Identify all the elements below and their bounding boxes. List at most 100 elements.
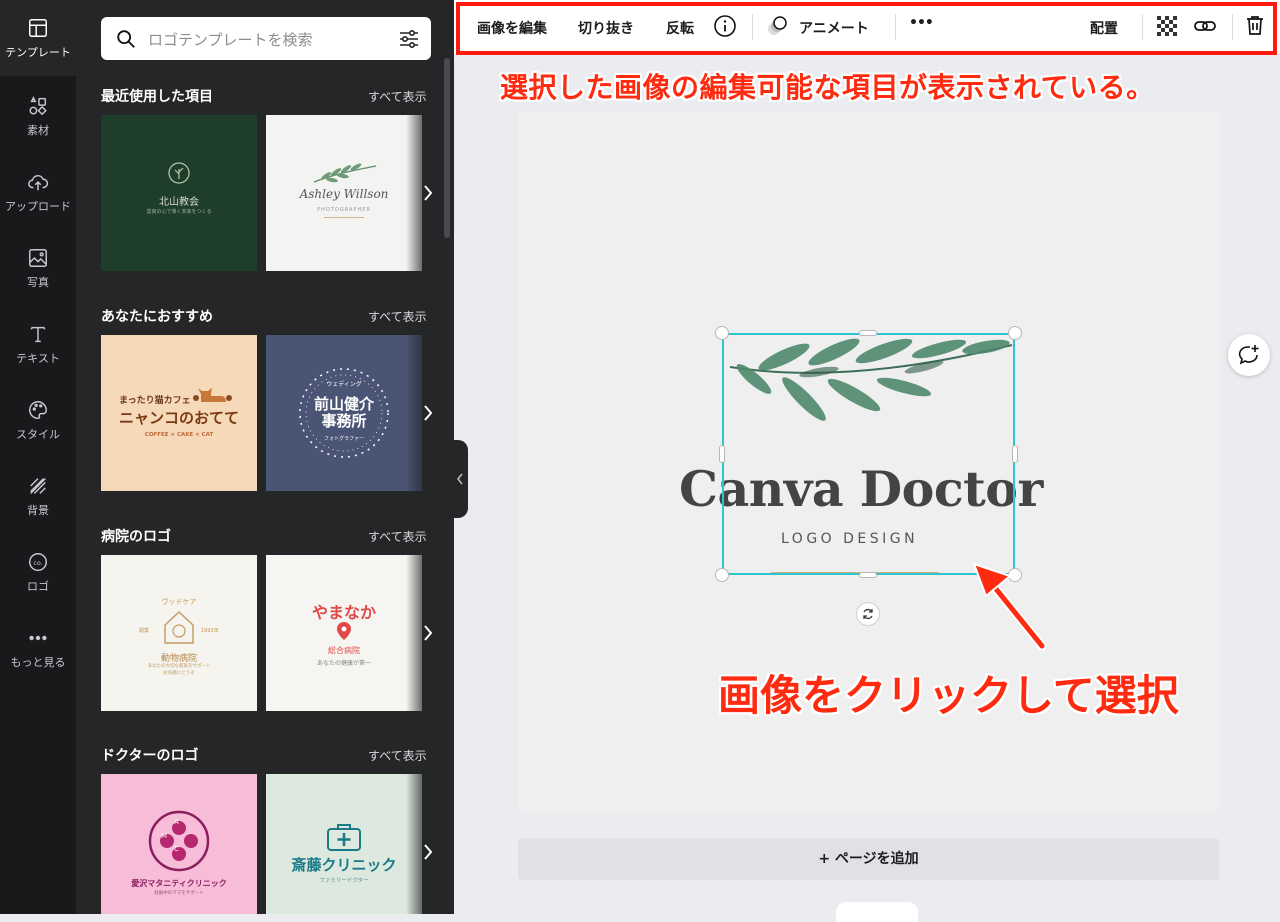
section-title-hospital: 病院のロゴ [101,529,171,545]
rail-label: 素材 [27,124,49,137]
see-all-link[interactable]: すべて表示 [368,88,427,105]
panel-scrollbar[interactable] [444,58,450,238]
add-comment-button[interactable] [1228,334,1270,376]
thumb-text: 事務所 [321,412,367,430]
thumb-text: PHOTOGRAPHER [317,207,371,213]
see-all-link[interactable]: すべて表示 [368,747,427,764]
rail-label: もっと見る [10,656,66,669]
rail-label: テンプレート [5,46,71,59]
thumb-text: 善良の心で導く未来をつくる [146,209,212,215]
selection-box[interactable] [722,333,1015,575]
thumb-divider [324,217,364,218]
text-icon [26,322,50,346]
annotation-top: 選択した画像の編集可能な項目が表示されている。 [500,71,1155,104]
template-thumb[interactable]: まったり猫カフェ ニャンコのおてて COFFEE × CAKE × CAT [101,335,257,491]
template-thumb[interactable]: 斎藤クリニック ファミリードクター [266,774,422,914]
thumb-text: あなたの大切な家族をサポート [147,664,211,669]
rail-label: 写真 [27,276,49,289]
template-icon [26,16,50,40]
rail-label: ロゴ [27,580,49,593]
template-search[interactable]: ロゴテンプレートを検索 [101,17,431,60]
resize-handle[interactable] [1008,326,1022,340]
template-thumb[interactable]: Ashley Willson PHOTOGRAPHER [266,115,422,271]
palette-icon [26,398,50,422]
section-title-recommended: あなたにおすすめ [101,309,213,325]
section-title-recent: 最近使用した項目 [101,89,213,105]
see-all-link[interactable]: すべて表示 [368,308,427,325]
elements-icon [26,94,50,118]
resize-handle[interactable] [715,568,729,582]
thumb-text: お気軽にどうぞ [163,671,195,676]
chevron-right-icon[interactable] [420,183,436,203]
thumb-text: あなたの健康が第一 [316,660,371,667]
rail-item-logo[interactable]: co. ロゴ [0,534,76,610]
chevron-right-icon[interactable] [420,403,436,423]
chevron-left-icon [456,473,463,485]
house-pet-icon [164,611,194,644]
see-all-link[interactable]: すべて表示 [368,528,427,545]
more-icon [26,626,50,650]
medical-kit-icon [327,824,361,851]
thumb-text: 1993年 [201,628,219,634]
thumb-text: ヴッドケア [161,598,197,606]
resize-handle[interactable] [859,330,877,336]
resize-handle[interactable] [715,326,729,340]
resize-handle[interactable] [1012,445,1018,463]
section-title-doctor: ドクターのロゴ [101,748,199,764]
thumb-text: フォトグラファー [323,436,364,442]
rail-label: テキスト [16,352,60,365]
photo-icon [26,246,50,270]
cat-icon [193,388,232,402]
thumb-text: ウェディング [326,381,362,388]
location-pin-icon [337,622,351,640]
page-nav-handle[interactable] [836,902,918,922]
template-thumb[interactable]: ヴッドケア 開業 1993年 動物病院 あなたの大切な家族をサポート お気軽にど… [101,555,257,711]
comment-plus-icon [1238,345,1259,365]
leaf-branch-icon [313,163,377,183]
thumb-text: 総合病院 [328,646,360,655]
rail-item-upload[interactable]: アップロード [0,154,76,230]
maternity-circle-icon [148,810,210,872]
thumb-text: 斎藤クリニック [291,856,397,874]
resize-handle[interactable] [859,572,877,578]
upload-icon [26,170,50,194]
background-icon [26,474,50,498]
rail-label: 背景 [27,504,49,517]
rail-label: アップロード [5,200,71,213]
annotation-bottom: 画像をクリックして選択 [718,671,1179,720]
thumb-text: 妊娠中のママをサポート [154,891,204,896]
search-input[interactable]: ロゴテンプレートを検索 [148,29,313,50]
rotate-icon [863,608,873,620]
template-thumb[interactable]: A M C 愛沢マタニティクリニック 妊娠中のママをサポート [101,774,257,914]
panel-collapse-handle[interactable] [454,440,468,518]
chevron-right-icon[interactable] [420,623,436,643]
rail-item-background[interactable]: 背景 [0,458,76,534]
filter-icon[interactable] [397,27,421,51]
rail-item-text[interactable]: テキスト [0,306,76,382]
rail-item-styles[interactable]: スタイル [0,382,76,458]
template-thumb[interactable]: 北山教会 善良の心で導く未来をつくる [101,115,257,271]
svg-text:co.: co. [33,559,42,567]
resize-handle[interactable] [719,445,725,463]
add-page-button[interactable]: + ページを追加 [518,838,1219,880]
template-thumb[interactable]: やまなか 総合病院 あなたの健康が第一 [266,555,422,711]
thumb-text: 愛沢マタニティクリニック [131,879,227,888]
logo-icon: co. [26,550,50,574]
thumb-text: やまなか [311,603,376,622]
leaf-circle-icon [168,162,190,184]
chevron-right-icon[interactable] [420,842,436,862]
thumb-text: 北山教会 [159,197,199,208]
thumb-text: ファミリードクター [319,878,369,884]
rail-item-elements[interactable]: 素材 [0,78,76,154]
rotate-handle[interactable] [856,602,880,626]
template-thumb[interactable]: ウェディング 前山健介 事務所 フォトグラファー [266,335,422,491]
side-rail: テンプレート 素材 アップロード 写真 テキスト スタイル 背景 co. ロゴ … [0,0,76,914]
thumb-text: COFFEE × CAKE × CAT [144,432,214,438]
rail-item-photos[interactable]: 写真 [0,230,76,306]
thumb-text: A [174,818,179,826]
thumb-text: M [161,832,168,840]
rail-item-templates[interactable]: テンプレート [0,0,76,76]
toolbar-highlight-frame [456,2,1277,55]
annotation-arrow-icon [972,562,1047,651]
rail-item-more[interactable]: もっと見る [0,610,76,686]
